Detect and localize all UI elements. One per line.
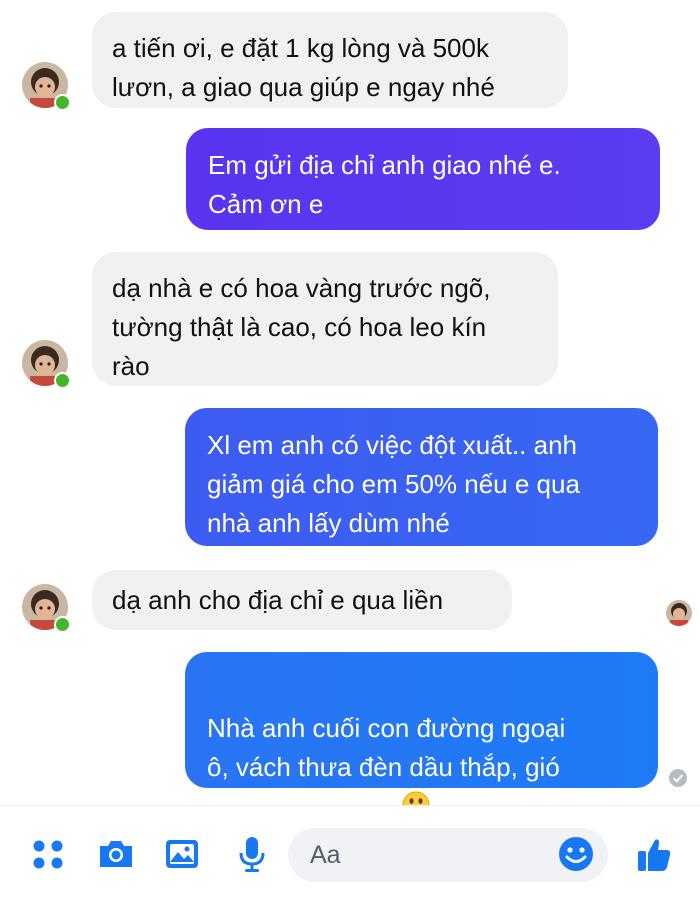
chat-thread: a tiến ơi, e đặt 1 kg lòng và 500k lươn,… [0, 0, 700, 821]
microphone-icon[interactable] [232, 834, 272, 874]
incoming-message[interactable]: a tiến ơi, e đặt 1 kg lòng và 500k lươn,… [92, 12, 568, 108]
online-status-dot [54, 94, 71, 111]
outgoing-message[interactable]: Nhà anh cuối con đường ngoại ô, vách thư… [185, 652, 658, 821]
incoming-message[interactable]: dạ anh cho địa chỉ e qua liền [92, 570, 512, 630]
emoji-icon[interactable] [556, 834, 596, 874]
composer-bar: Aa [0, 805, 700, 900]
delivered-check-icon [668, 768, 688, 788]
thumbs-up-icon[interactable] [634, 834, 674, 874]
online-status-dot [54, 372, 71, 389]
gallery-icon[interactable] [162, 834, 202, 874]
camera-icon[interactable] [96, 834, 136, 874]
outgoing-message[interactable]: Xl em anh có việc đột xuất.. anh giảm gi… [185, 408, 658, 546]
online-status-dot [54, 616, 71, 633]
outgoing-message[interactable]: Em gửi địa chỉ anh giao nhé e. Cảm ơn e [186, 128, 660, 230]
menu-dots-icon[interactable] [28, 834, 68, 874]
seen-avatar [666, 600, 692, 626]
incoming-message[interactable]: dạ nhà e có hoa vàng trước ngõ, tường th… [92, 252, 558, 386]
